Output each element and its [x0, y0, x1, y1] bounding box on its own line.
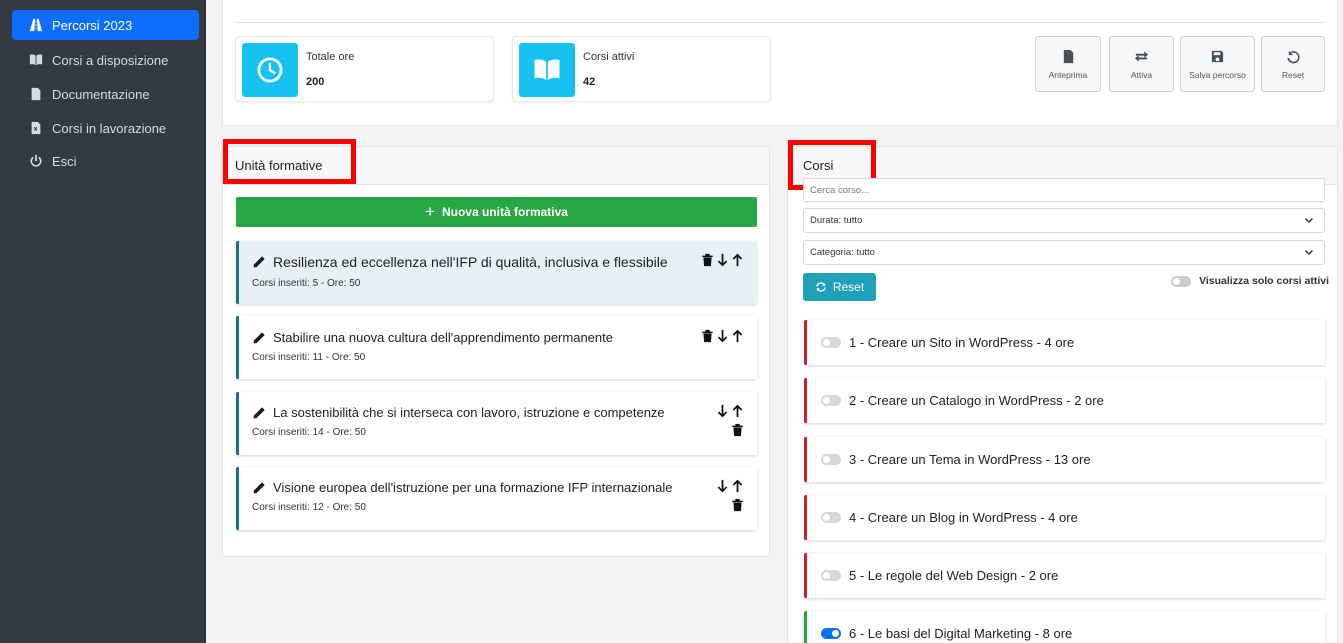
- course-toggle-switch[interactable]: [821, 337, 841, 348]
- active-courses-stat: Corsi attivi 42: [512, 36, 771, 102]
- category-select[interactable]: Categoria: tutto: [803, 240, 1325, 265]
- unit-actions: [701, 253, 744, 272]
- sidebar-item-corsi-lavorazione[interactable]: Corsi in lavorazione: [12, 113, 199, 143]
- only-active-toggle[interactable]: Visualizza solo corsi attivi: [1171, 275, 1329, 287]
- sidebar-item-documentazione[interactable]: Documentazione: [12, 79, 199, 109]
- divider: [235, 22, 1325, 23]
- course-item[interactable]: 6 - Le basi del Digital Marketing - 8 or…: [804, 611, 1325, 643]
- unit-meta: Corsi inseriti: 14 - Ore: 50: [252, 427, 366, 438]
- pencil-icon[interactable]: [252, 255, 266, 269]
- course-item[interactable]: 5 - Le regole del Web Design - 2 ore: [804, 553, 1325, 598]
- arrow-up-icon[interactable]: [731, 404, 744, 423]
- summary-card: Totale ore 200 Corsi attivi 42 Anteprima…: [222, 0, 1338, 126]
- unit-meta: Corsi inseriti: 5 - Ore: 50: [252, 278, 361, 289]
- sidebar-item-esci[interactable]: Esci: [12, 146, 199, 176]
- refresh-icon: [816, 282, 826, 292]
- activate-button[interactable]: Attiva: [1109, 36, 1174, 92]
- total-hours-stat: Totale ore 200: [235, 36, 494, 102]
- excel-file-icon: [29, 121, 43, 135]
- toggle-switch[interactable]: [1171, 275, 1192, 287]
- arrow-up-icon[interactable]: [731, 253, 744, 272]
- trash-icon[interactable]: [731, 498, 744, 517]
- undo-icon: [1286, 50, 1300, 63]
- sidebar-item-corsi-disposizione[interactable]: Corsi a disposizione: [12, 45, 199, 75]
- power-icon: [29, 154, 43, 168]
- arrow-down-icon[interactable]: [716, 404, 729, 423]
- pencil-icon[interactable]: [252, 481, 266, 495]
- arrow-up-icon[interactable]: [731, 479, 744, 498]
- road-icon: [29, 18, 43, 32]
- course-item[interactable]: 1 - Creare un Sito in WordPress - 4 ore: [804, 320, 1325, 365]
- arrow-down-icon[interactable]: [716, 479, 729, 498]
- unit-card[interactable]: Stabilire una nuova cultura dell'apprend…: [236, 316, 757, 379]
- duration-select[interactable]: Durata: tutto: [803, 208, 1325, 233]
- unit-actions: [701, 329, 744, 348]
- unit-title[interactable]: Resilienza ed eccellenza nell'IFP di qua…: [252, 254, 668, 270]
- sidebar: Percorsi 2023 Corsi a disposizione Docum…: [0, 0, 206, 643]
- book-icon: [29, 53, 43, 67]
- save-route-button[interactable]: Salva percorso: [1180, 36, 1255, 92]
- course-item[interactable]: 2 - Creare un Catalogo in WordPress - 2 …: [804, 378, 1325, 423]
- stat-label: Corsi attivi: [583, 51, 635, 63]
- sidebar-item-label: Esci: [52, 153, 77, 169]
- open-book-icon: [519, 43, 575, 97]
- pencil-icon[interactable]: [252, 331, 266, 345]
- trash-icon[interactable]: [701, 253, 714, 272]
- unit-title[interactable]: Stabilire una nuova cultura dell'apprend…: [252, 330, 613, 345]
- units-panel: Unità formative + Nuova unità formativa …: [222, 139, 770, 557]
- arrow-down-icon[interactable]: [716, 253, 729, 272]
- unit-card[interactable]: Visione europea dell'istruzione per una …: [236, 467, 757, 530]
- chevron-down-icon: [1304, 216, 1314, 226]
- course-toggle-switch[interactable]: [821, 454, 841, 465]
- reset-button[interactable]: Reset: [1261, 36, 1325, 92]
- unit-meta: Corsi inseriti: 11 - Ore: 50: [252, 352, 366, 363]
- clock-icon: [242, 43, 298, 97]
- courses-reset-button[interactable]: Reset: [803, 273, 876, 301]
- preview-button[interactable]: Anteprima: [1035, 36, 1101, 92]
- unit-meta: Corsi inseriti: 12 - Ore: 50: [252, 502, 366, 513]
- pencil-icon[interactable]: [252, 406, 266, 420]
- course-toggle-switch[interactable]: [821, 395, 841, 406]
- courses-panel: Corsi Durata: tutto Categoria: tutto Res…: [787, 140, 1338, 643]
- course-toggle-switch[interactable]: [821, 628, 841, 639]
- save-icon: [1211, 50, 1224, 62]
- stat-label: Totale ore: [306, 51, 355, 63]
- course-search-input[interactable]: [803, 178, 1325, 202]
- arrow-up-icon[interactable]: [731, 329, 744, 348]
- pdf-file-icon: [1063, 49, 1073, 63]
- unit-actions: [716, 404, 744, 423]
- arrow-down-icon[interactable]: [716, 329, 729, 348]
- pdf-file-icon: [29, 87, 43, 101]
- unit-title[interactable]: Visione europea dell'istruzione per una …: [252, 480, 672, 495]
- exchange-icon: [1134, 50, 1149, 62]
- course-toggle-switch[interactable]: [821, 570, 841, 581]
- highlight-box: [223, 139, 356, 184]
- unit-card[interactable]: La sostenibilità che si interseca con la…: [236, 392, 757, 455]
- plus-icon: +: [425, 202, 435, 221]
- unit-card[interactable]: Resilienza ed eccellenza nell'IFP di qua…: [236, 241, 757, 304]
- stat-value: 200: [306, 76, 325, 88]
- unit-title[interactable]: La sostenibilità che si interseca con la…: [252, 405, 665, 420]
- chevron-down-icon: [1304, 248, 1314, 258]
- sidebar-item-label: Corsi in lavorazione: [52, 120, 167, 136]
- sidebar-item-label: Corsi a disposizione: [52, 52, 169, 68]
- stat-value: 42: [583, 76, 596, 88]
- new-unit-button[interactable]: + Nuova unità formativa: [236, 197, 757, 227]
- trash-icon[interactable]: [701, 329, 714, 348]
- sidebar-item-label: Percorsi 2023: [52, 17, 133, 33]
- course-toggle-switch[interactable]: [821, 512, 841, 523]
- sidebar-item-percorsi[interactable]: Percorsi 2023: [12, 10, 199, 40]
- course-item[interactable]: 4 - Creare un Blog in WordPress - 4 ore: [804, 495, 1325, 540]
- course-item[interactable]: 3 - Creare un Tema in WordPress - 13 ore: [804, 437, 1325, 482]
- trash-icon[interactable]: [731, 423, 744, 442]
- unit-actions: [716, 479, 744, 498]
- sidebar-item-label: Documentazione: [52, 86, 150, 102]
